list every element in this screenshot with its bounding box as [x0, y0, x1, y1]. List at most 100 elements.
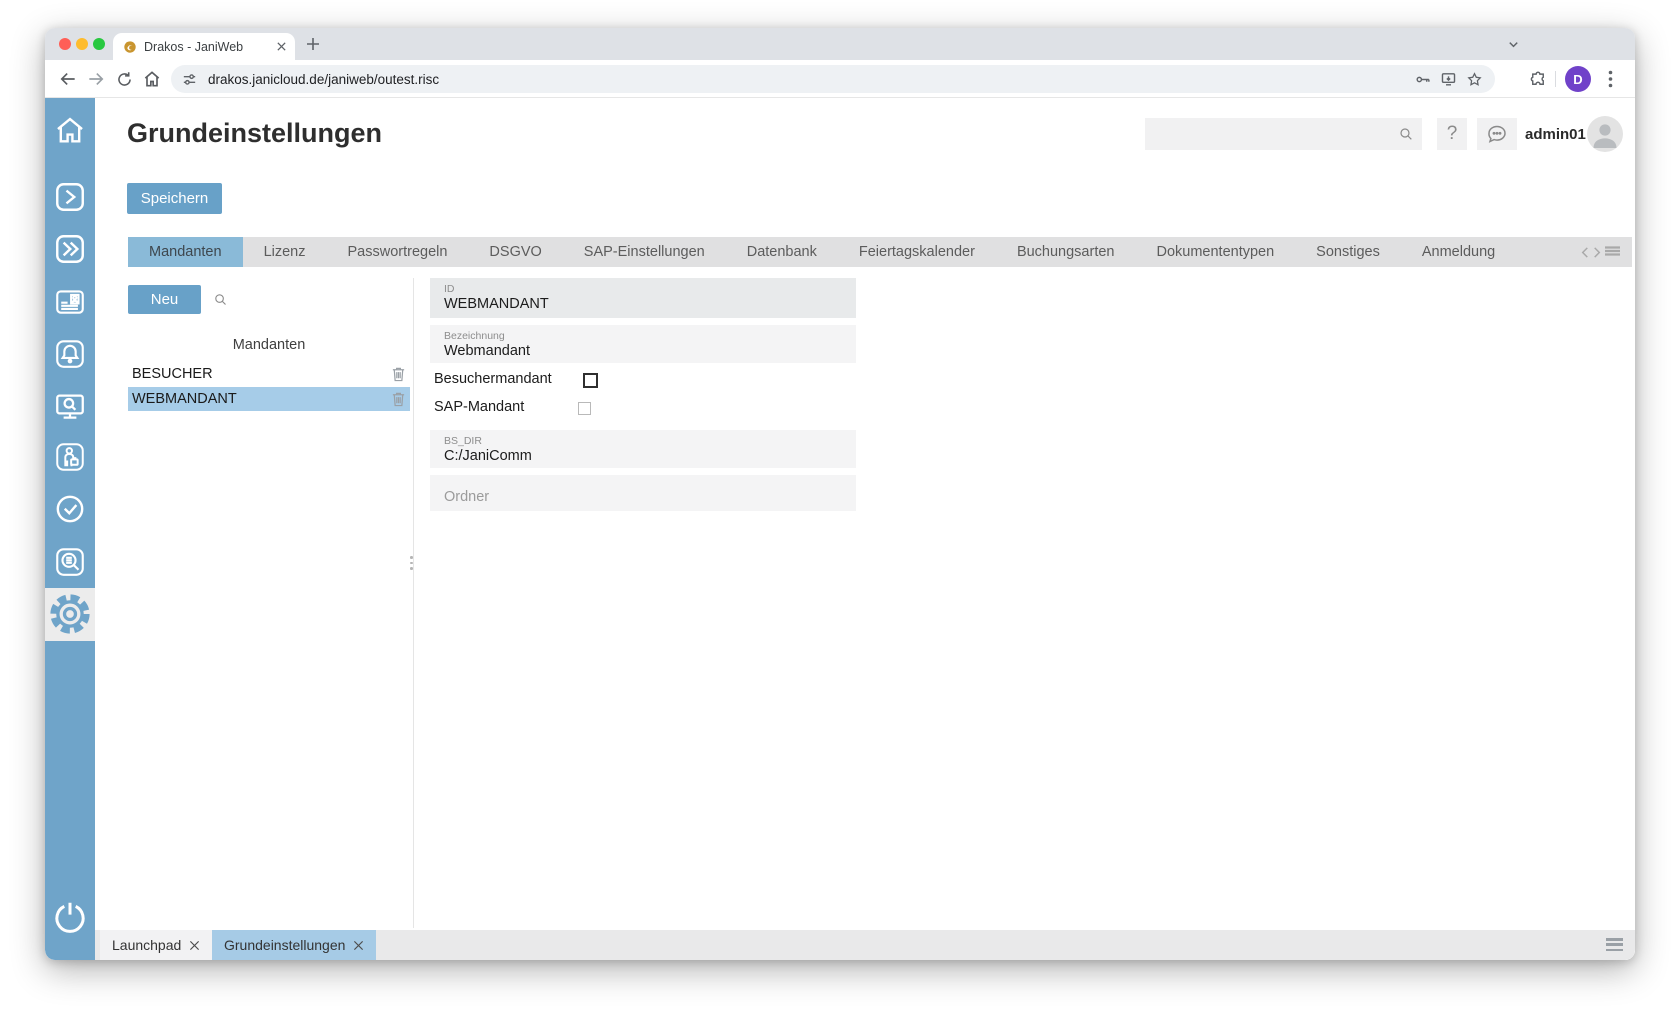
- bezeichnung-field[interactable]: Bezeichnung Webmandant: [430, 325, 856, 363]
- mac-minimize-button[interactable]: [76, 38, 88, 50]
- list-column-header: Mandanten: [128, 337, 410, 353]
- sidebar-logout-power-icon[interactable]: [51, 898, 89, 936]
- settings-tabbar: Mandanten Lizenz Passwortregeln DSGVO SA…: [128, 237, 1632, 267]
- password-key-icon[interactable]: [1414, 71, 1431, 88]
- save-button[interactable]: Speichern: [127, 183, 222, 214]
- sidebar-fast-forward-icon[interactable]: [53, 232, 87, 266]
- tab-lizenz[interactable]: Lizenz: [243, 237, 327, 267]
- global-search-field[interactable]: [1145, 118, 1422, 150]
- address-bar[interactable]: drakos.janicloud.de/janiweb/outest.risc: [171, 65, 1495, 93]
- tab-buchungsarten[interactable]: Buchungsarten: [996, 237, 1136, 267]
- browser-tab[interactable]: Drakos - JaniWeb: [113, 33, 295, 60]
- help-button[interactable]: ?: [1437, 118, 1467, 150]
- browser-tab-title: Drakos - JaniWeb: [144, 40, 276, 54]
- reload-icon[interactable]: [113, 68, 135, 90]
- tab-scroll-left-icon[interactable]: [1581, 247, 1589, 258]
- splitter-handle[interactable]: [410, 556, 413, 572]
- user-avatar[interactable]: [1587, 116, 1623, 152]
- tab-datenbank[interactable]: Datenbank: [726, 237, 838, 267]
- sidebar-notifications-bell-icon[interactable]: [53, 337, 87, 371]
- field-label: Ordner: [444, 489, 489, 505]
- tab-overflow-list-icon[interactable]: [1605, 246, 1620, 258]
- sidebar-screen-search-icon[interactable]: [53, 390, 87, 424]
- sidebar-settings-gear-icon[interactable]: [48, 592, 92, 636]
- tab-close-icon[interactable]: [276, 41, 287, 52]
- list-item-webmandant[interactable]: WEBMANDANT: [128, 387, 410, 411]
- bookmark-star-icon[interactable]: [1466, 71, 1483, 88]
- tab-search-chevron-icon[interactable]: [1507, 38, 1520, 51]
- new-button[interactable]: Neu: [128, 285, 201, 314]
- pages-menu-icon[interactable]: [1606, 938, 1623, 951]
- field-value: WEBMANDANT: [444, 296, 856, 312]
- tab-passwortregeln[interactable]: Passwortregeln: [326, 237, 468, 267]
- id-field[interactable]: ID WEBMANDANT: [430, 278, 856, 318]
- chat-button[interactable]: [1477, 118, 1517, 150]
- search-icon: [1398, 126, 1414, 142]
- field-value: C:/JaniComm: [444, 448, 856, 464]
- list-item-label: BESUCHER: [132, 366, 213, 382]
- home-icon[interactable]: [141, 68, 163, 90]
- besuchermandant-label: Besuchermandant: [434, 371, 552, 387]
- page-tab-label: Launchpad: [112, 937, 181, 953]
- page-tab-label: Grundeinstellungen: [224, 937, 345, 953]
- besuchermandant-checkbox[interactable]: [583, 373, 598, 388]
- tab-scroll-right-icon[interactable]: [1593, 247, 1601, 258]
- tab-sap-einstellungen[interactable]: SAP-Einstellungen: [563, 237, 726, 267]
- forward-icon[interactable]: [85, 68, 107, 90]
- app-sidebar: [45, 98, 95, 960]
- mac-zoom-button[interactable]: [93, 38, 105, 50]
- tab-dokumententypen[interactable]: Dokumententypen: [1135, 237, 1295, 267]
- delete-trash-icon[interactable]: [390, 391, 406, 407]
- field-label: ID: [444, 283, 856, 295]
- browser-profile-avatar[interactable]: D: [1565, 66, 1591, 92]
- global-search-input[interactable]: [1145, 118, 1422, 150]
- page-title: Grundeinstellungen: [127, 118, 382, 149]
- close-icon[interactable]: [189, 940, 200, 951]
- sidebar-contact-card-icon[interactable]: [53, 285, 87, 319]
- browser-tabstrip: Drakos - JaniWeb: [45, 28, 1635, 60]
- sidebar-worker-icon[interactable]: [53, 440, 87, 474]
- page-tab-launchpad[interactable]: Launchpad: [100, 930, 212, 960]
- sap-mandant-label: SAP-Mandant: [434, 399, 524, 415]
- field-label: Bezeichnung: [444, 330, 856, 342]
- app-main: Grundeinstellungen ? admin01 Speichern M…: [95, 98, 1635, 960]
- favicon-dragon-icon: [123, 40, 137, 54]
- ordner-field[interactable]: Ordner: [430, 475, 856, 511]
- list-item-label: WEBMANDANT: [132, 391, 237, 407]
- app-content: Grundeinstellungen ? admin01 Speichern M…: [45, 98, 1635, 960]
- panel-splitter[interactable]: [413, 278, 414, 928]
- sidebar-start-icon[interactable]: [53, 180, 87, 214]
- page-tab-grundeinstellungen[interactable]: Grundeinstellungen: [212, 930, 376, 960]
- chat-bubble-icon: [1485, 122, 1509, 146]
- list-search-input[interactable]: [201, 285, 410, 314]
- tab-anmeldung[interactable]: Anmeldung: [1401, 237, 1516, 267]
- close-icon[interactable]: [353, 940, 364, 951]
- sidebar-home-icon[interactable]: [53, 113, 87, 147]
- list-search-field[interactable]: [201, 285, 410, 314]
- new-tab-button[interactable]: [305, 36, 321, 52]
- list-item-besucher[interactable]: BESUCHER: [128, 362, 410, 386]
- open-pages-bar: Launchpad Grundeinstellungen: [95, 930, 1635, 960]
- sidebar-document-search-icon[interactable]: [53, 545, 87, 579]
- tab-sonstiges[interactable]: Sonstiges: [1295, 237, 1401, 267]
- bs-dir-field[interactable]: BS_DIR C:/JaniComm: [430, 430, 856, 468]
- username-label: admin01: [1525, 126, 1586, 143]
- browser-toolbar: drakos.janicloud.de/janiweb/outest.risc …: [45, 60, 1635, 98]
- tab-mandanten[interactable]: Mandanten: [128, 237, 243, 267]
- tab-dsgvo[interactable]: DSGVO: [468, 237, 562, 267]
- field-label: BS_DIR: [444, 435, 856, 447]
- sap-mandant-checkbox[interactable]: [578, 402, 591, 415]
- site-settings-icon[interactable]: [181, 71, 198, 88]
- mac-close-button[interactable]: [59, 38, 71, 50]
- back-icon[interactable]: [57, 68, 79, 90]
- delete-trash-icon[interactable]: [390, 366, 406, 382]
- field-value: Webmandant: [444, 343, 856, 359]
- browser-menu-icon[interactable]: [1601, 69, 1619, 89]
- toolbar-separator: [1555, 71, 1556, 87]
- browser-window: Drakos - JaniWeb drakos.ja: [45, 28, 1635, 960]
- tab-feiertagskalender[interactable]: Feiertagskalender: [838, 237, 996, 267]
- url-text[interactable]: drakos.janicloud.de/janiweb/outest.risc: [208, 72, 439, 87]
- sidebar-time-clock-icon[interactable]: [53, 492, 87, 526]
- extensions-puzzle-icon[interactable]: [1529, 70, 1547, 88]
- install-app-icon[interactable]: [1440, 71, 1457, 88]
